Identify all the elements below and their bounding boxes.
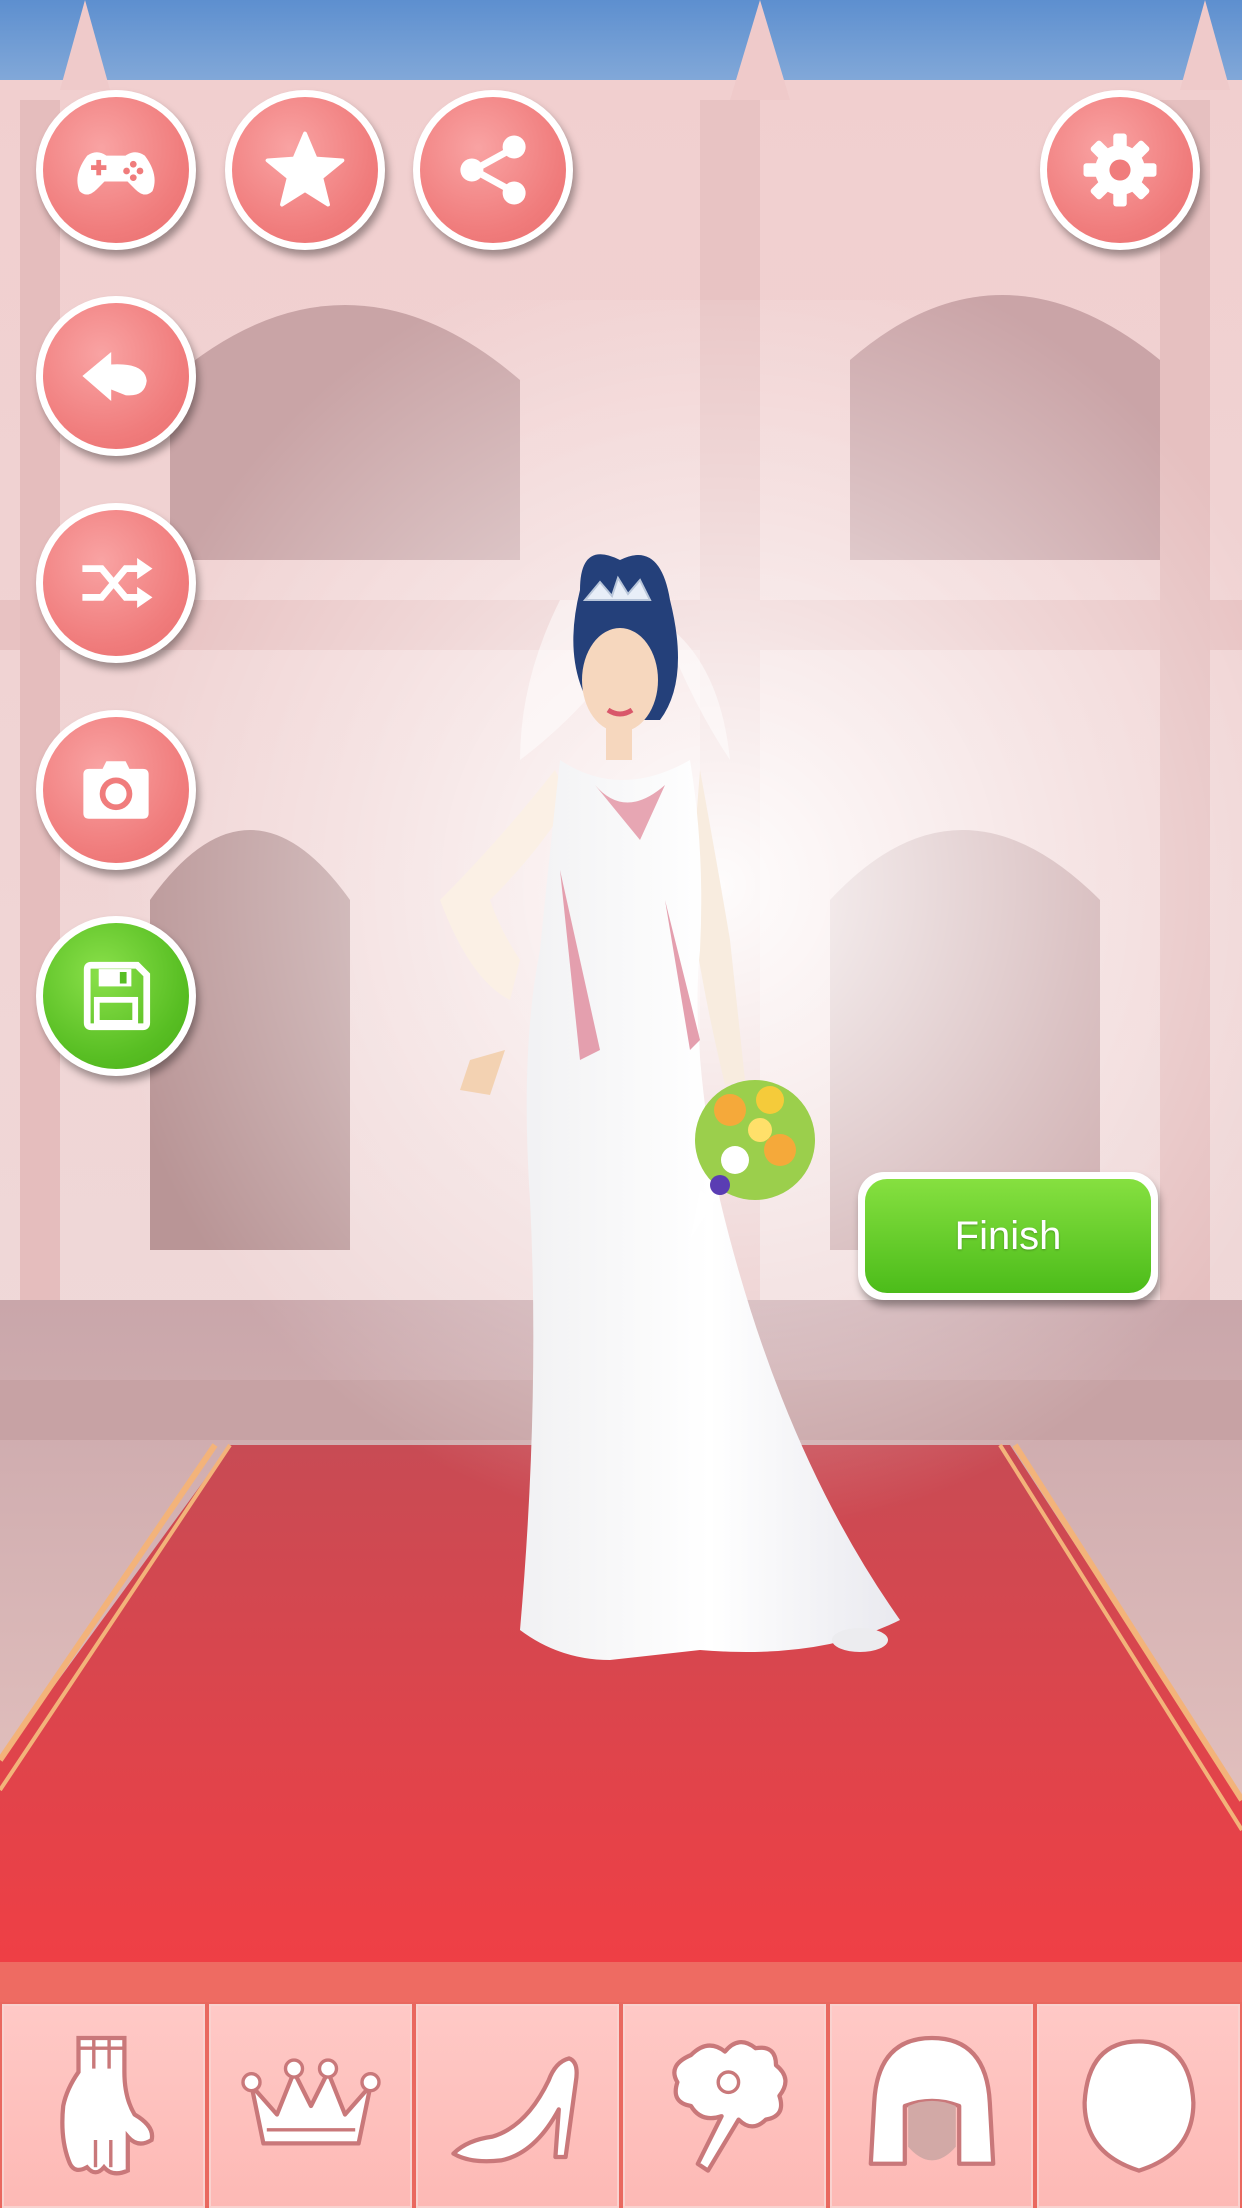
category-hair[interactable] [830, 2004, 1033, 2208]
gamepad-icon [77, 152, 155, 195]
glove-icon [59, 2035, 154, 2176]
camera-icon [83, 761, 149, 819]
background-scene [0, 0, 1242, 1962]
category-shoes[interactable] [416, 2004, 619, 2208]
shuffle-button[interactable] [36, 503, 196, 663]
category-bouquet[interactable] [623, 2004, 826, 2208]
save-button[interactable] [36, 916, 196, 1076]
floppy-disk-icon [83, 961, 151, 1031]
high-heel-icon [450, 2056, 579, 2164]
share-button[interactable] [413, 90, 573, 250]
hair-icon [868, 2035, 995, 2166]
tray-header [0, 1962, 1242, 2002]
settings-button[interactable] [1040, 90, 1200, 250]
back-button[interactable] [36, 296, 196, 456]
favorite-button[interactable] [225, 90, 385, 250]
finish-button[interactable]: Finish [858, 1172, 1158, 1300]
game-button[interactable] [36, 90, 196, 250]
category-face[interactable] [1037, 2004, 1240, 2208]
share-icon [460, 135, 526, 205]
face-icon [1081, 2039, 1196, 2173]
finish-button-label: Finish [865, 1179, 1151, 1293]
flower-bouquet-icon [671, 2040, 787, 2173]
category-tray [0, 1962, 1242, 2208]
shuffle-icon [82, 558, 153, 608]
category-gloves[interactable] [2, 2004, 205, 2208]
camera-button[interactable] [36, 710, 196, 870]
star-icon [265, 131, 345, 207]
back-arrow-icon [82, 352, 147, 401]
gear-icon [1083, 133, 1157, 207]
category-crown[interactable] [209, 2004, 412, 2208]
crown-icon [240, 2058, 381, 2146]
